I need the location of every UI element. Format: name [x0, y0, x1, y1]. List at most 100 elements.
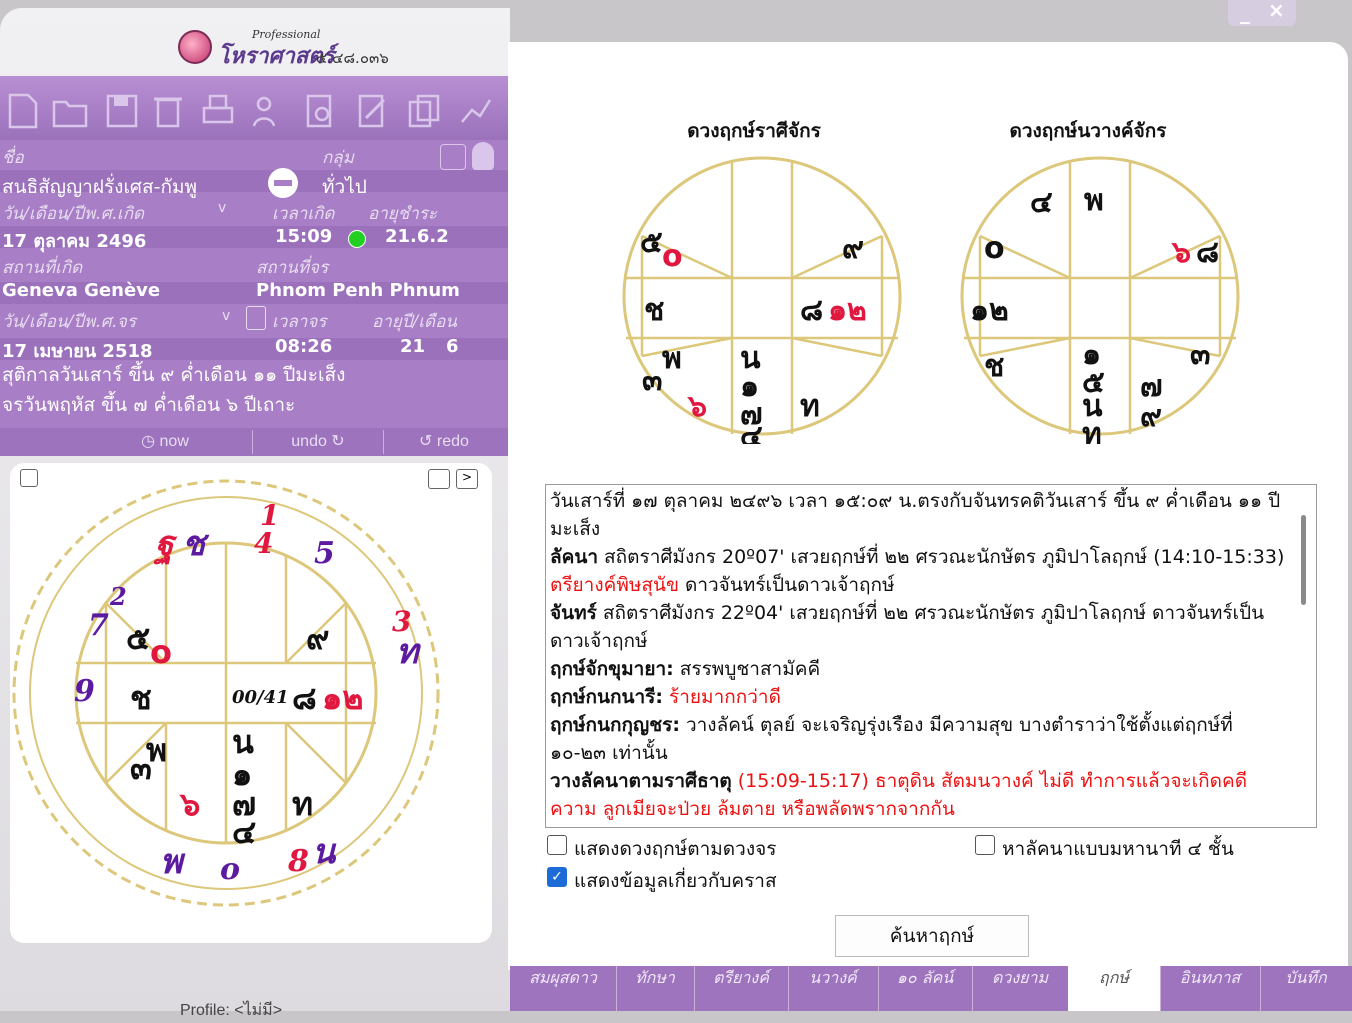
undo-bar: ◷ now undo ↻ ↺ redo — [0, 428, 510, 456]
riksha-4-heading: วางลัคนาตามราศีธาตุ — [550, 770, 732, 792]
svg-text:๘: ๘ — [292, 679, 317, 717]
bottom-tabs: สมผุสดาว ทักษา ตรียางค์ นวางค์ ๑๐ ลัคน์ … — [510, 966, 1352, 1011]
main-horoscope-chart: ฐ ช 1 4 5 2 7 3 ท 9 พ o 8 น ๕o ๙ ช ๘๑๒ ๓… — [12, 479, 440, 907]
clock-icon: ◷ — [141, 433, 160, 450]
svg-text:9: 9 — [74, 674, 95, 709]
svg-text:๕: ๕ — [126, 619, 150, 657]
tab-taksa[interactable]: ทักษา — [616, 966, 695, 1011]
transit-date-label: วัน/เดือน/ปีพ.ศ.จร — [2, 312, 136, 332]
tab-duangyam[interactable]: ดวงยาม — [972, 966, 1069, 1011]
transit-time-label: เวลาจร — [272, 312, 327, 332]
redo-button[interactable]: ↺ redo — [384, 430, 504, 454]
show-transit-label: แสดงดวงฤกษ์ตามดวงจร — [574, 838, 777, 860]
svg-text:o: o — [662, 239, 683, 274]
search-auspicious-button[interactable]: ค้นหาฤกษ์ — [835, 915, 1029, 957]
rasi-chart-title: ดวงฤกษ์ราศีจักร — [687, 120, 821, 142]
show-transit-checkbox[interactable] — [547, 835, 567, 855]
svg-text:ท: ท — [800, 389, 820, 424]
toolbar — [0, 76, 510, 140]
nava-chart-title: ดวงฤกษ์นวางค์จักร — [1009, 120, 1167, 142]
svg-text:ช: ช — [130, 679, 152, 717]
svg-text:๙: ๙ — [306, 619, 329, 657]
svg-text:ท: ท — [1082, 417, 1102, 444]
mahanati-label: หาลัคนาแบบมหานาที ๔ ชั้น — [1002, 838, 1234, 860]
lunar-birth-text: สุติกาลวันเสาร์ ขึ้น ๙ ค่ำเดือน ๑๑ ปีมะเ… — [2, 364, 346, 386]
riksha-1-heading: ฤกษ์จักขุมายา: — [550, 658, 674, 680]
group-label: กลุ่ม — [322, 148, 354, 168]
lock-toggle-icon[interactable] — [440, 144, 466, 170]
lunar-transit-text: จรวันพฤหัส ขึ้น ๗ ค่ำเดือน ๖ ปีเถาะ — [2, 394, 296, 416]
people-icon[interactable] — [250, 92, 286, 130]
left-panel: Professional โหราศาสตร์ ๕.๔๘.๐๓๖ ชื่อ กล… — [0, 8, 510, 1019]
svg-text:ท: ท — [292, 785, 313, 823]
rasi-chart: ๕o ๙ ช ๘๑๒ ๓พ ๖ น๑๗๔ ท — [622, 156, 902, 444]
svg-text:๑๒: ๑๒ — [970, 293, 1009, 328]
print-icon[interactable] — [200, 92, 236, 130]
svg-text:o: o — [984, 231, 1005, 266]
svg-text:ช: ช — [984, 349, 1004, 384]
window-controls: _ × — [1228, 0, 1296, 26]
svg-text:ฐ: ฐ — [153, 524, 178, 566]
tab-triyang[interactable]: ตรียางค์ — [694, 966, 789, 1011]
svg-text:o: o — [220, 852, 240, 887]
group-field[interactable]: ทั่วไป — [322, 172, 367, 202]
graph-icon[interactable] — [458, 92, 494, 130]
text-scrollbar[interactable] — [1301, 515, 1306, 605]
minimize-button[interactable]: _ — [1240, 0, 1250, 24]
svg-text:๙: ๙ — [1140, 399, 1162, 434]
search-doc-icon[interactable] — [302, 92, 338, 130]
current-place-field[interactable]: Phnom Penh Phnum — [256, 280, 460, 301]
lagna-heading: ลัคนา — [550, 546, 599, 568]
name-field[interactable]: สนธิสัญญาฝรั่งเศส-กัมพู — [2, 172, 197, 202]
svg-text:๕: ๕ — [640, 225, 663, 260]
tab-planet-positions[interactable]: สมผุสดาว — [510, 966, 617, 1011]
tab-intaphas[interactable]: อินทภาส — [1160, 966, 1261, 1011]
transit-time-field[interactable]: 08:26 — [275, 336, 332, 357]
birth-time-label: เวลาเกิด — [272, 204, 335, 224]
status-dot-icon — [348, 230, 366, 248]
auspicious-detail-textbox[interactable]: วันเสาร์ที่ ๑๗ ตุลาคม ๒๔๙๖ เวลา ๑๕:๐๙ น.… — [545, 484, 1317, 828]
tab-riksha[interactable]: ฤกษ์ — [1068, 966, 1161, 1011]
main-chart-center-label: 00/41 — [232, 687, 289, 708]
eclipse-info-checkbox[interactable]: ✓ — [547, 867, 567, 887]
birth-date-field[interactable]: 17 ตุลาคม 2496 — [2, 226, 146, 255]
undo-button[interactable]: undo ↻ — [252, 430, 384, 454]
birth-info-panel: ชื่อ กลุ่ม สนธิสัญญาฝรั่งเศส-กัมพู ทั่วไ… — [0, 140, 510, 428]
svg-text:๔: ๔ — [740, 419, 763, 444]
tab-ten-lagna[interactable]: ๑๐ ลัคน์ — [878, 966, 973, 1011]
birth-date-dropdown-icon[interactable]: v — [218, 200, 226, 216]
birth-place-field[interactable]: Geneva Genève — [2, 280, 160, 301]
copy-icon[interactable] — [406, 92, 442, 130]
now-button[interactable]: ◷ now — [80, 430, 250, 454]
svg-text:๘: ๘ — [1196, 235, 1219, 270]
svg-text:ช: ช — [644, 293, 664, 328]
svg-text:2: 2 — [109, 582, 127, 611]
riksha-2-heading: ฤกษ์กนกนารี: — [550, 686, 663, 708]
svg-text:ท: ท — [396, 632, 422, 672]
moon-heading: จันทร์ — [550, 602, 597, 624]
riksha-3-heading: ฤกษ์กนกกุญชร: — [550, 714, 680, 736]
mahanati-checkbox[interactable] — [975, 835, 995, 855]
edit-icon[interactable] — [354, 92, 390, 130]
undo-arrow-icon: ↻ — [326, 433, 345, 450]
svg-text:พ: พ — [160, 842, 186, 882]
padlock-icon[interactable] — [472, 142, 494, 170]
transit-date-dropdown-icon[interactable]: v — [222, 308, 230, 324]
tab-notes[interactable]: บันทึก — [1260, 966, 1352, 1011]
delete-icon[interactable] — [150, 92, 186, 130]
main-chart-card: > ฐ ช 1 4 5 2 7 3 ท 9 พ o 8 น ๕ o ๙ ช ๘ … — [10, 463, 492, 943]
current-place-label: สถานที่จร — [256, 258, 329, 278]
save-icon[interactable] — [104, 92, 140, 130]
close-button[interactable]: × — [1268, 0, 1285, 22]
age-field: 21.6.2 — [385, 226, 449, 247]
remove-icon[interactable] — [268, 168, 298, 198]
app-version: ๕.๔๘.๐๓๖ — [316, 49, 389, 67]
birth-time-field[interactable]: 15:09 — [275, 226, 332, 247]
age-months-field: 6 — [446, 336, 459, 357]
new-file-icon[interactable] — [4, 92, 40, 130]
unlock-icon[interactable] — [246, 306, 266, 330]
svg-text:๘: ๘ — [800, 293, 823, 328]
tab-navang[interactable]: นวางค์ — [788, 966, 879, 1011]
svg-text:พ: พ — [1084, 183, 1104, 218]
open-folder-icon[interactable] — [52, 92, 88, 130]
